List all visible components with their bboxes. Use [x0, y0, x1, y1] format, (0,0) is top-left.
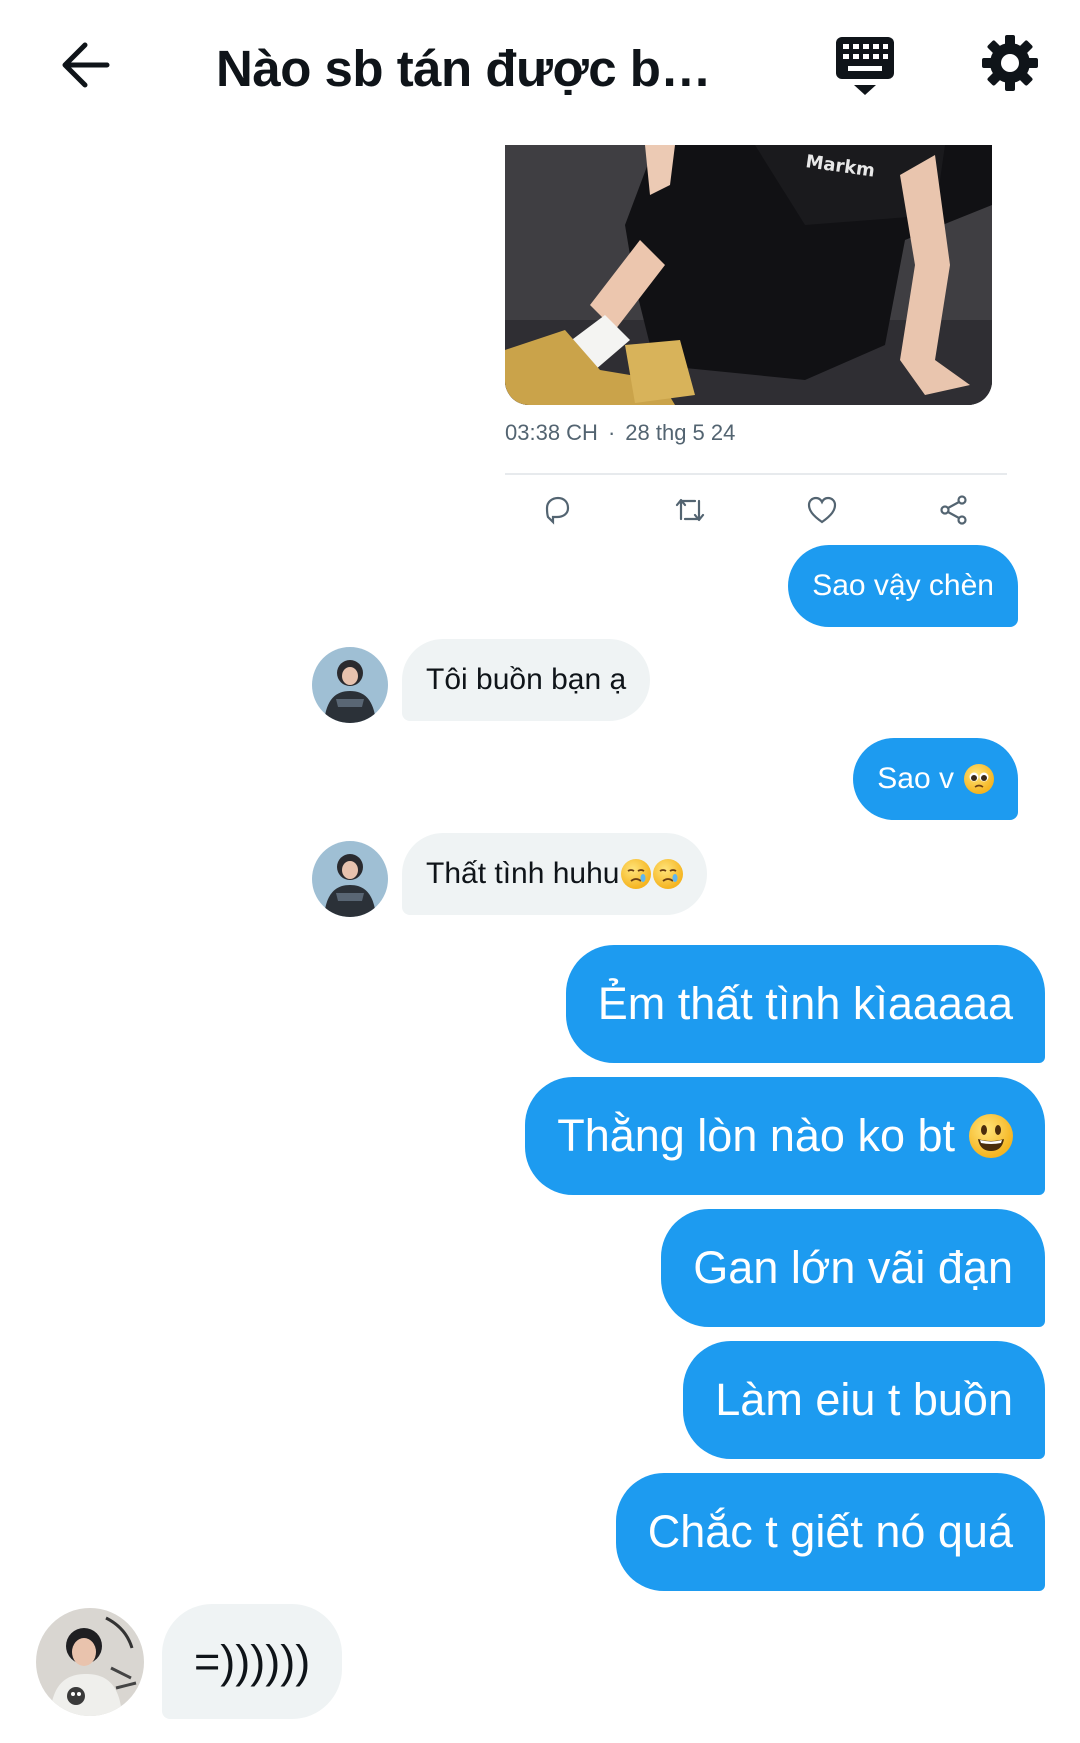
message-text: Thất tình huhu: [426, 857, 620, 890]
like-heart-icon[interactable]: [802, 490, 842, 530]
message-text: Tôi buồn bạn ạ: [426, 663, 627, 696]
tweet-timestamp: 03:38 CH · 28 thg 5 24: [505, 420, 735, 446]
message-bubble-received[interactable]: Tôi buồn bạn ạ: [402, 639, 651, 721]
message-bubble-sent[interactable]: Làm eiu t buồn: [683, 1341, 1045, 1459]
separator-dot: ·: [607, 420, 616, 445]
reply-icon[interactable]: [537, 490, 577, 530]
tweet-time: 03:38 CH: [505, 420, 598, 445]
share-icon[interactable]: [934, 490, 974, 530]
message-text: Sao vậy chèn: [812, 569, 994, 602]
conversation-title[interactable]: Nào sb tán được bg t…: [216, 36, 736, 102]
pleading-face-icon: [964, 764, 994, 794]
message-bubble-sent[interactable]: Thằng lòn nào ko bt: [525, 1077, 1045, 1195]
message-bubble-sent[interactable]: Chắc t giết nó quá: [615, 1473, 1045, 1591]
keyboard-icon[interactable]: [830, 30, 900, 100]
message-text: Làm eiu t buồn: [715, 1374, 1013, 1425]
message-text: Sao v: [877, 762, 954, 795]
message-bubble-sent[interactable]: Sao v: [853, 738, 1018, 820]
message-bubble-received[interactable]: =)))))): [162, 1604, 343, 1719]
top-app-bar: Nào sb tán được bg t…: [0, 0, 1080, 135]
message-bubble-received[interactable]: Thất tình huhu: [402, 833, 708, 915]
message-text: Chắc t giết nó quá: [647, 1506, 1013, 1557]
tweet-divider: [505, 473, 1007, 475]
message-text: =)))))): [194, 1635, 311, 1687]
back-arrow-icon[interactable]: [50, 30, 120, 100]
message-text: Ẻm thất tình kìaaaaa: [597, 978, 1013, 1029]
message-bubble-sent[interactable]: Gan lớn vãi đạn: [661, 1209, 1045, 1327]
tweet-date: 28 thg 5 24: [625, 420, 736, 445]
tweet-photo[interactable]: Markm: [505, 145, 992, 405]
grinning-face-icon: [969, 1114, 1013, 1158]
message-text: Thằng lòn nào ko bt: [557, 1110, 955, 1161]
message-bubble-sent[interactable]: Sao vậy chèn: [788, 545, 1018, 627]
crying-face-icon: [653, 859, 684, 889]
avatar[interactable]: [36, 1608, 144, 1716]
message-text: Gan lớn vãi đạn: [693, 1242, 1013, 1293]
retweet-icon[interactable]: [670, 490, 710, 530]
settings-gear-icon[interactable]: [975, 28, 1045, 98]
avatar[interactable]: [312, 647, 388, 723]
crying-face-icon: [621, 859, 652, 889]
avatar[interactable]: [312, 841, 388, 917]
message-bubble-sent[interactable]: Ẻm thất tình kìaaaaa: [565, 945, 1045, 1063]
